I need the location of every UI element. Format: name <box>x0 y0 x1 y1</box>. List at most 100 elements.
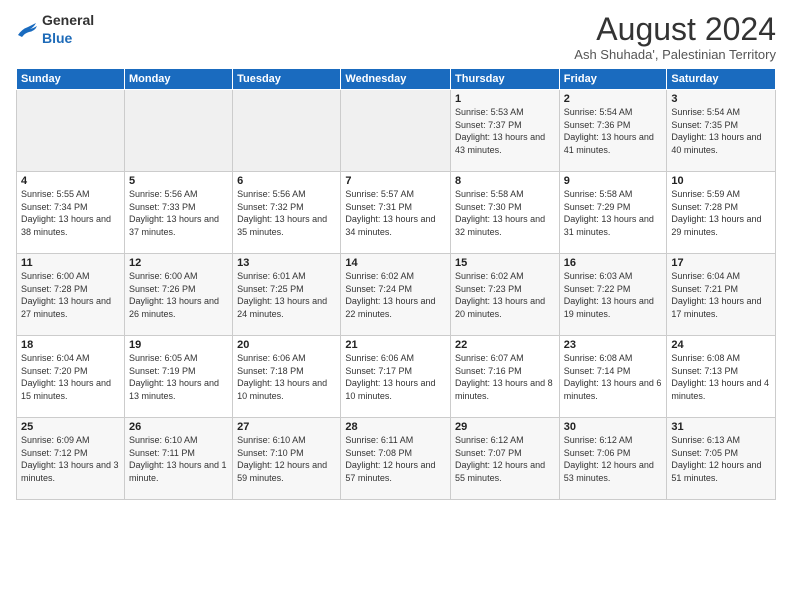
day-number: 6 <box>237 175 336 187</box>
day-info: Sunrise: 5:55 AMSunset: 7:34 PMDaylight:… <box>21 188 120 238</box>
daylight-text: Daylight: 13 hours and 20 minutes. <box>455 296 545 319</box>
day-number: 12 <box>129 257 228 269</box>
daylight-text: Daylight: 13 hours and 1 minute. <box>129 460 227 483</box>
day-number: 20 <box>237 339 336 351</box>
sunrise-text: Sunrise: 5:56 AM <box>129 189 198 199</box>
daylight-text: Daylight: 13 hours and 15 minutes. <box>21 378 111 401</box>
sunset-text: Sunset: 7:22 PM <box>564 284 631 294</box>
day-info: Sunrise: 6:08 AMSunset: 7:13 PMDaylight:… <box>671 352 771 402</box>
header: General Blue August 2024 Ash Shuhada', P… <box>16 12 776 62</box>
sunrise-text: Sunrise: 5:56 AM <box>237 189 306 199</box>
day-info: Sunrise: 6:07 AMSunset: 7:16 PMDaylight:… <box>455 352 555 402</box>
daylight-text: Daylight: 13 hours and 17 minutes. <box>671 296 761 319</box>
sunset-text: Sunset: 7:23 PM <box>455 284 522 294</box>
cell-w3-d4: 14Sunrise: 6:02 AMSunset: 7:24 PMDayligh… <box>341 254 451 336</box>
cell-w4-d6: 23Sunrise: 6:08 AMSunset: 7:14 PMDayligh… <box>559 336 667 418</box>
cell-w3-d5: 15Sunrise: 6:02 AMSunset: 7:23 PMDayligh… <box>451 254 560 336</box>
day-info: Sunrise: 6:06 AMSunset: 7:18 PMDaylight:… <box>237 352 336 402</box>
sunrise-text: Sunrise: 6:04 AM <box>21 353 90 363</box>
calendar-header: Sunday Monday Tuesday Wednesday Thursday… <box>17 69 776 90</box>
week-row-4: 18 Sunrise: 6:04 AM Sunset: 7:20 PM Dayligh… <box>17 336 776 418</box>
sunset-text: Sunset: 7:29 PM <box>564 202 631 212</box>
daylight-text: Daylight: 13 hours and 37 minutes. <box>129 214 219 237</box>
cell-w4-d1: 18 Sunrise: 6:04 AM Sunset: 7:20 PM Dayligh… <box>17 336 125 418</box>
cell-w4-d5: 22Sunrise: 6:07 AMSunset: 7:16 PMDayligh… <box>451 336 560 418</box>
week-row-1: 1Sunrise: 5:53 AMSunset: 7:37 PMDaylight… <box>17 90 776 172</box>
cell-w2-d2: 5Sunrise: 5:56 AMSunset: 7:33 PMDaylight… <box>124 172 232 254</box>
daylight-text: Daylight: 13 hours and 22 minutes. <box>345 296 435 319</box>
cell-w2-d6: 9 Sunrise: 5:58 AM Sunset: 7:29 PM Daylight… <box>559 172 667 254</box>
day-info: Sunrise: 6:03 AM Sunset: 7:22 PM Daylight:… <box>564 270 663 320</box>
col-monday: Monday <box>124 69 232 90</box>
day-number: 11 <box>21 257 120 269</box>
cell-w3-d2: 12Sunrise: 6:00 AMSunset: 7:26 PMDayligh… <box>124 254 232 336</box>
sunrise-text: Sunrise: 5:58 AM <box>455 189 524 199</box>
sunset-text: Sunset: 7:18 PM <box>237 366 304 376</box>
sunset-text: Sunset: 7:13 PM <box>671 366 738 376</box>
sunrise-text: Sunrise: 6:12 AM <box>564 435 633 445</box>
sunrise-text: Sunrise: 6:13 AM <box>671 435 740 445</box>
day-number: 9 <box>564 175 663 187</box>
sunset-text: Sunset: 7:20 PM <box>21 366 88 376</box>
day-number: 28 <box>345 421 446 433</box>
day-number: 24 <box>671 339 771 351</box>
sunrise-text: Sunrise: 6:04 AM <box>671 271 740 281</box>
day-info: Sunrise: 5:56 AMSunset: 7:32 PMDaylight:… <box>237 188 336 238</box>
cell-w1-d1 <box>17 90 125 172</box>
sunset-text: Sunset: 7:17 PM <box>345 366 412 376</box>
day-number: 15 <box>455 257 555 269</box>
daylight-text: Daylight: 13 hours and 27 minutes. <box>21 296 111 319</box>
sunset-text: Sunset: 7:24 PM <box>345 284 412 294</box>
day-number: 7 <box>345 175 446 187</box>
sunset-text: Sunset: 7:33 PM <box>129 202 196 212</box>
cell-w2-d4: 7Sunrise: 5:57 AMSunset: 7:31 PMDaylight… <box>341 172 451 254</box>
cell-w3-d3: 13Sunrise: 6:01 AMSunset: 7:25 PMDayligh… <box>233 254 341 336</box>
daylight-text: Daylight: 12 hours and 51 minutes. <box>671 460 761 483</box>
sunset-text: Sunset: 7:19 PM <box>129 366 196 376</box>
daylight-text: Daylight: 13 hours and 43 minutes. <box>455 132 545 155</box>
sunset-text: Sunset: 7:30 PM <box>455 202 522 212</box>
sunset-text: Sunset: 7:10 PM <box>237 448 304 458</box>
sunset-text: Sunset: 7:26 PM <box>129 284 196 294</box>
sunrise-text: Sunrise: 6:06 AM <box>345 353 414 363</box>
daylight-text: Daylight: 13 hours and 10 minutes. <box>237 378 327 401</box>
sunset-text: Sunset: 7:16 PM <box>455 366 522 376</box>
cell-w2-d7: 10Sunrise: 5:59 AMSunset: 7:28 PMDayligh… <box>667 172 776 254</box>
cell-w1-d7: 3Sunrise: 5:54 AMSunset: 7:35 PMDaylight… <box>667 90 776 172</box>
day-info: Sunrise: 6:00 AMSunset: 7:26 PMDaylight:… <box>129 270 228 320</box>
day-number: 2 <box>564 93 663 105</box>
daylight-text: Daylight: 13 hours and 34 minutes. <box>345 214 435 237</box>
daylight-text: Daylight: 13 hours and 40 minutes. <box>671 132 761 155</box>
day-info: Sunrise: 6:09 AMSunset: 7:12 PMDaylight:… <box>21 434 120 484</box>
day-number: 1 <box>455 93 555 105</box>
calendar-body: 1Sunrise: 5:53 AMSunset: 7:37 PMDaylight… <box>17 90 776 500</box>
day-info: Sunrise: 5:59 AMSunset: 7:28 PMDaylight:… <box>671 188 771 238</box>
day-number: 18 <box>21 339 120 351</box>
day-info: Sunrise: 6:12 AMSunset: 7:07 PMDaylight:… <box>455 434 555 484</box>
week-row-3: 11Sunrise: 6:00 AMSunset: 7:28 PMDayligh… <box>17 254 776 336</box>
col-wednesday: Wednesday <box>341 69 451 90</box>
sunset-text: Sunset: 7:36 PM <box>564 120 631 130</box>
daylight-text: Daylight: 12 hours and 53 minutes. <box>564 460 654 483</box>
sunrise-text: Sunrise: 5:54 AM <box>564 107 633 117</box>
sunrise-text: Sunrise: 5:55 AM <box>21 189 90 199</box>
sunrise-text: Sunrise: 5:58 AM <box>564 189 633 199</box>
col-saturday: Saturday <box>667 69 776 90</box>
day-info: Sunrise: 6:10 AMSunset: 7:11 PMDaylight:… <box>129 434 228 484</box>
day-info: Sunrise: 6:00 AMSunset: 7:28 PMDaylight:… <box>21 270 120 320</box>
day-info: Sunrise: 6:12 AMSunset: 7:06 PMDaylight:… <box>564 434 663 484</box>
day-info: Sunrise: 6:04 AM Sunset: 7:20 PM Daylight:… <box>21 352 120 402</box>
day-info: Sunrise: 5:54 AMSunset: 7:35 PMDaylight:… <box>671 106 771 156</box>
day-number: 17 <box>671 257 771 269</box>
daylight-text: Daylight: 13 hours and 31 minutes. <box>564 214 654 237</box>
logo-icon <box>16 21 38 39</box>
daylight-text: Daylight: 13 hours and 41 minutes. <box>564 132 654 155</box>
daylight-text: Daylight: 13 hours and 19 minutes. <box>564 296 654 319</box>
daylight-text: Daylight: 13 hours and 32 minutes. <box>455 214 545 237</box>
sunrise-text: Sunrise: 6:03 AM <box>564 271 633 281</box>
cell-w5-d2: 26Sunrise: 6:10 AMSunset: 7:11 PMDayligh… <box>124 418 232 500</box>
daylight-text: Daylight: 12 hours and 59 minutes. <box>237 460 327 483</box>
cell-w3-d6: 16Sunrise: 6:03 AMSunset: 7:22 PMDayligh… <box>559 254 667 336</box>
daylight-text: Daylight: 13 hours and 38 minutes. <box>21 214 111 237</box>
day-number: 25 <box>21 421 120 433</box>
